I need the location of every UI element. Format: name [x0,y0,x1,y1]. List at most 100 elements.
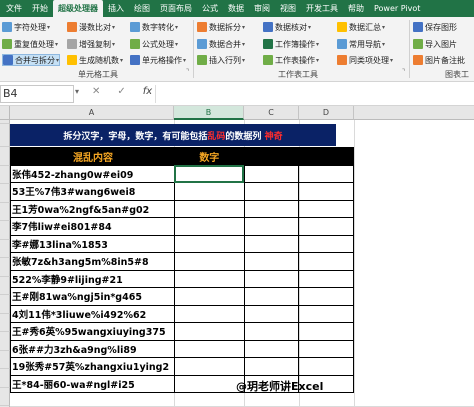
data-split-button[interactable]: 数据拆分 ▾ [197,21,245,33]
mixed-content-cell[interactable]: 张伟452-zhang0w#ei09 [10,164,175,183]
header-cell-empty[interactable] [243,147,300,166]
empty-cell[interactable] [173,287,245,306]
column-header-b[interactable]: B [174,106,244,120]
empty-cell[interactable] [243,357,300,376]
tab-9[interactable]: 视图 [275,0,301,17]
empty-cell[interactable] [173,269,245,288]
fx-icon[interactable]: fx [143,86,152,97]
same-item-button[interactable]: 同类项处理 ▾ [337,54,393,66]
empty-cell[interactable] [243,252,300,271]
active-cell[interactable] [173,164,245,183]
row-header[interactable] [0,202,10,221]
empty-cell[interactable] [298,217,354,236]
empty-cell[interactable] [173,234,245,253]
empty-cell[interactable] [173,217,245,236]
empty-cell[interactable] [173,339,245,358]
cancel-icon[interactable]: ✕ [92,86,100,97]
tab-0[interactable]: 文件 [0,0,27,17]
empty-cell[interactable] [243,182,300,201]
image-note-button[interactable]: 图片备注批 [413,54,465,66]
empty-cell[interactable] [173,252,245,271]
empty-cell[interactable] [243,339,300,358]
data-merge-button[interactable]: 数据合并 ▾ [197,38,245,50]
mixed-content-cell[interactable]: 王#刚81wa%ngj5in*g465 [10,287,175,306]
mixed-content-cell[interactable]: 522%李静9#lijing#21 [10,269,175,288]
empty-cell[interactable] [243,234,300,253]
group-launcher-icon[interactable]: ⌝ [402,68,405,76]
name-box[interactable]: B4 [0,85,74,103]
header-cell-mixed[interactable]: 混乱内容 [10,147,175,166]
empty-cell[interactable] [298,304,354,323]
common-nav-button[interactable]: 常用导航 ▾ [337,38,385,50]
mixed-content-cell[interactable]: 4刘11伟*3liuwe%i492%62 [10,304,175,323]
empty-cell[interactable] [243,269,300,288]
row-header[interactable] [0,369,10,388]
mixed-content-cell[interactable]: 王1芳0wa%2ngf&5an#g02 [10,199,175,218]
row-header[interactable] [0,332,10,351]
row-header[interactable] [0,295,10,314]
data-check-button[interactable]: 数据核对 ▾ [263,21,311,33]
empty-cell[interactable] [298,182,354,201]
row-header[interactable] [0,124,10,147]
row-header[interactable] [0,184,10,203]
row-header[interactable] [0,313,10,332]
tab-5[interactable]: 页面布局 [155,0,197,17]
tab-1[interactable]: 开始 [27,0,53,17]
empty-cell[interactable] [298,164,354,183]
random-number-button[interactable]: 生成随机数 ▾ [67,54,123,66]
column-header-a[interactable]: A [10,106,174,120]
empty-cell[interactable] [298,287,354,306]
tab-8[interactable]: 审阅 [249,0,275,17]
row-header[interactable] [0,258,10,277]
empty-cell[interactable] [298,199,354,218]
empty-cell[interactable] [298,357,354,376]
column-header-e[interactable] [354,106,474,120]
mixed-content-cell[interactable]: 19张秀#57英%zhangxiu1ying2 [10,357,175,376]
tab-6[interactable]: 公式 [197,0,223,17]
tab-4[interactable]: 绘图 [129,0,155,17]
tab-7[interactable]: 数据 [223,0,249,17]
row-header[interactable] [0,239,10,258]
tab-2[interactable]: 超级处理器 [53,0,103,17]
insert-rowcol-button[interactable]: 插入行列 ▾ [197,54,245,66]
enhanced-copy-button[interactable]: 增强复制 ▾ [67,38,115,50]
empty-cell[interactable] [298,339,354,358]
formula-input[interactable] [155,85,474,103]
empty-cell[interactable] [298,269,354,288]
empty-cell[interactable] [173,199,245,218]
mixed-content-cell[interactable]: 李#娜13lina%1853 [10,234,175,253]
data-summary-button[interactable]: 数据汇总 ▾ [337,21,385,33]
mixed-content-cell[interactable]: 6张##力3zh&a9ng%li89 [10,339,175,358]
empty-cell[interactable] [298,322,354,341]
row-header[interactable] [0,350,10,369]
char-process-button[interactable]: 字符处理 ▾ [2,21,50,33]
empty-cell[interactable] [243,322,300,341]
empty-cell[interactable] [298,234,354,253]
empty-cell[interactable] [298,252,354,271]
empty-cell[interactable] [173,182,245,201]
group-launcher-icon[interactable]: ⌝ [186,68,189,76]
header-cell-empty[interactable] [298,147,354,166]
empty-cell[interactable] [243,199,300,218]
formula-process-button[interactable]: 公式处理 ▾ [130,38,178,50]
empty-cell[interactable] [173,357,245,376]
enter-icon[interactable]: ✓ [117,86,125,97]
row-header[interactable] [0,147,10,166]
compare-button[interactable]: 漫数比对 ▾ [67,21,115,33]
merge-split-button[interactable]: 合并与拆分 ▾ [2,54,61,66]
workbook-operation-button[interactable]: 工作簿操作 ▾ [263,38,319,50]
save-shape-button[interactable]: 保存图形 [413,21,457,33]
mixed-content-cell[interactable]: 53王%7伟3#wang6wei8 [10,182,175,201]
mixed-content-cell[interactable]: 李7伟liw#ei801#84 [10,217,175,236]
duplicate-process-button[interactable]: 重复值处理 ▾ [2,38,58,50]
tab-11[interactable]: 帮助 [343,0,369,17]
empty-cell[interactable] [243,304,300,323]
empty-cell[interactable] [243,164,300,183]
header-cell-number[interactable]: 数字 [173,147,245,166]
empty-cell[interactable] [173,304,245,323]
select-all-corner[interactable] [0,106,10,120]
cell-operation-button[interactable]: 单元格操作 ▾ [130,54,186,66]
tab-3[interactable]: 插入 [103,0,129,17]
row-header[interactable] [0,276,10,295]
empty-cell[interactable] [243,217,300,236]
